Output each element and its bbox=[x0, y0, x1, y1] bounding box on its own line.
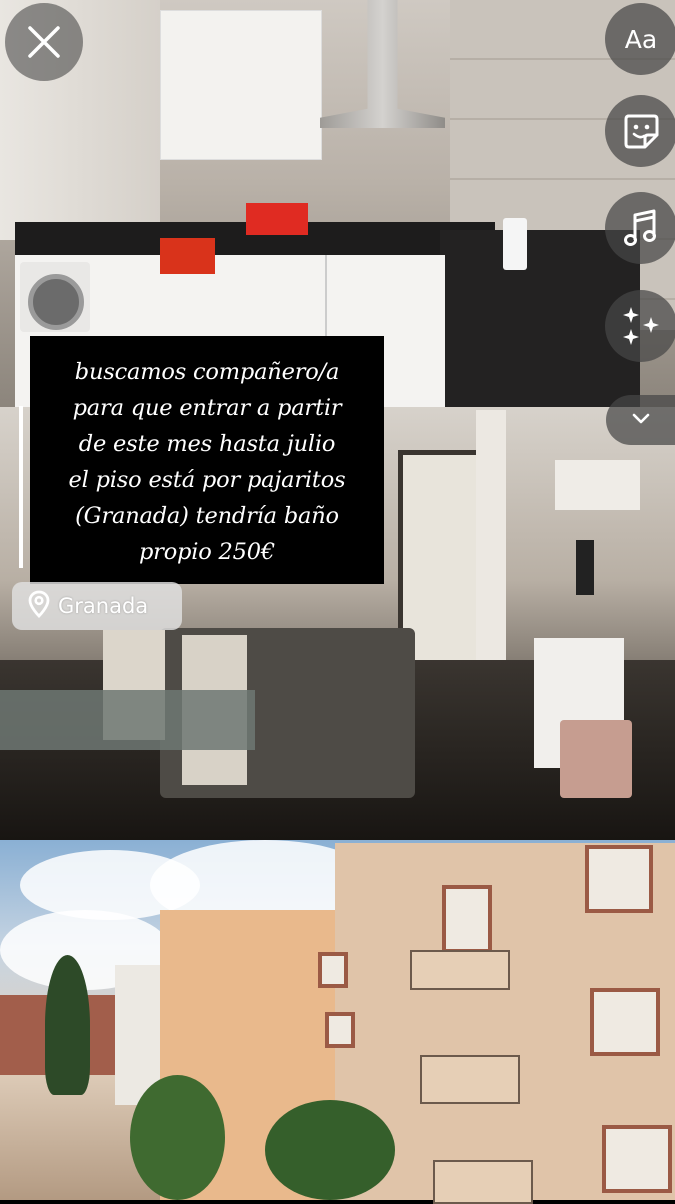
balcony bbox=[433, 1160, 533, 1204]
text-tool-label: Aa bbox=[624, 24, 658, 54]
balcony bbox=[420, 1055, 520, 1104]
chevron-down-icon bbox=[630, 411, 652, 430]
washing-machine bbox=[20, 262, 90, 332]
location-sticker[interactable]: Granada bbox=[12, 582, 182, 630]
close-button[interactable] bbox=[5, 3, 83, 81]
caption-text: buscamos compañero/a para que entrar a p… bbox=[68, 359, 346, 565]
cypress-tree bbox=[45, 955, 90, 1095]
sparkles-icon bbox=[619, 304, 663, 348]
red-towel bbox=[160, 238, 215, 274]
building-window bbox=[585, 845, 653, 913]
location-label: Granada bbox=[58, 594, 149, 618]
close-icon bbox=[26, 24, 62, 60]
building-window bbox=[590, 988, 660, 1056]
text-tool-button[interactable]: Aa bbox=[605, 3, 675, 75]
laundry-basket bbox=[560, 720, 632, 798]
effects-button[interactable] bbox=[605, 290, 675, 362]
television bbox=[576, 540, 594, 595]
wall-shelf bbox=[555, 460, 640, 510]
building-window bbox=[318, 952, 348, 988]
building-window bbox=[325, 1012, 355, 1048]
upper-cabinet bbox=[160, 10, 322, 160]
location-pin-icon bbox=[28, 590, 50, 622]
music-button[interactable] bbox=[605, 192, 675, 264]
dish-rack bbox=[246, 203, 308, 235]
building-window bbox=[442, 885, 492, 953]
more-options-button[interactable] bbox=[606, 395, 675, 445]
glass-table bbox=[0, 690, 255, 750]
music-note-icon bbox=[621, 207, 661, 249]
paper-towel-roll bbox=[503, 218, 527, 270]
caption-indicator-bar bbox=[19, 406, 23, 568]
balcony bbox=[410, 950, 510, 990]
caption-text-box[interactable]: buscamos compañero/a para que entrar a p… bbox=[30, 336, 384, 584]
sticker-button[interactable] bbox=[605, 95, 675, 167]
curtain bbox=[476, 410, 506, 670]
tree bbox=[130, 1075, 225, 1200]
sticker-icon bbox=[620, 110, 662, 152]
range-hood bbox=[320, 0, 445, 128]
building-window bbox=[602, 1125, 672, 1193]
tree bbox=[265, 1100, 395, 1200]
